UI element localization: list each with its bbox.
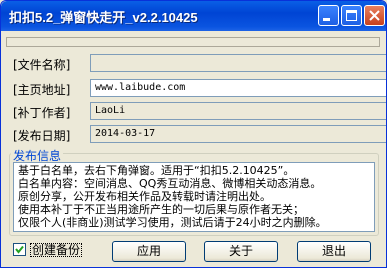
homepage-label: [主页地址] [13, 83, 71, 97]
author-field[interactable]: LaoLi [90, 102, 386, 120]
header-strip [6, 37, 380, 47]
minimize-button[interactable] [318, 5, 339, 26]
close-icon [369, 10, 380, 21]
apply-button[interactable]: 应用 [112, 241, 186, 262]
author-label: [补丁作者] [13, 106, 71, 120]
minimize-icon [323, 18, 330, 21]
release-info-textarea[interactable]: 基于白名单，去右下角弹窗。适用于“扣扣5.2.10425”。 白名单内容：空间消… [13, 162, 375, 232]
filename-field[interactable] [90, 54, 386, 72]
release-info-line: 基于白名单，去右下角弹窗。适用于“扣扣5.2.10425”。 [18, 164, 295, 177]
date-label: [发布日期] [13, 129, 71, 143]
release-info-line: 白名单内容：空间消息、QQ秀互动消息、微博相关动态消息。 [18, 177, 322, 190]
checkbox-box[interactable] [13, 243, 26, 256]
homepage-field[interactable]: www.laibude.com [90, 79, 386, 97]
about-button[interactable]: 关于 [204, 241, 278, 262]
app-window: 扣扣5.2_弹窗快走开_v2.2.10425 [文件名称] [主页地址] www… [0, 0, 387, 268]
window-title: 扣扣5.2_弹窗快走开_v2.2.10425 [9, 10, 198, 25]
create-backup-label: 创建备份 [30, 243, 83, 257]
maximize-button[interactable] [341, 5, 362, 26]
maximize-icon [346, 10, 357, 21]
title-bar[interactable]: 扣扣5.2_弹窗快走开_v2.2.10425 [1, 1, 386, 31]
release-info-line: 使用本补丁于不正当用途所产生的一切后果与原作者无关； [18, 203, 304, 216]
exit-button[interactable]: 退出 [297, 241, 371, 262]
date-field[interactable]: 2014-03-17 [90, 125, 386, 143]
checkmark-icon [15, 245, 24, 254]
filename-label: [文件名称] [13, 58, 71, 72]
release-info-line: 仅限个人(非商业)测试学习使用，测试后请于24小时之内删除。 [18, 216, 327, 229]
close-button[interactable] [364, 5, 385, 26]
release-info-line: 原创分享，公开发布相关作品及转载时请注明出处。 [18, 190, 271, 203]
